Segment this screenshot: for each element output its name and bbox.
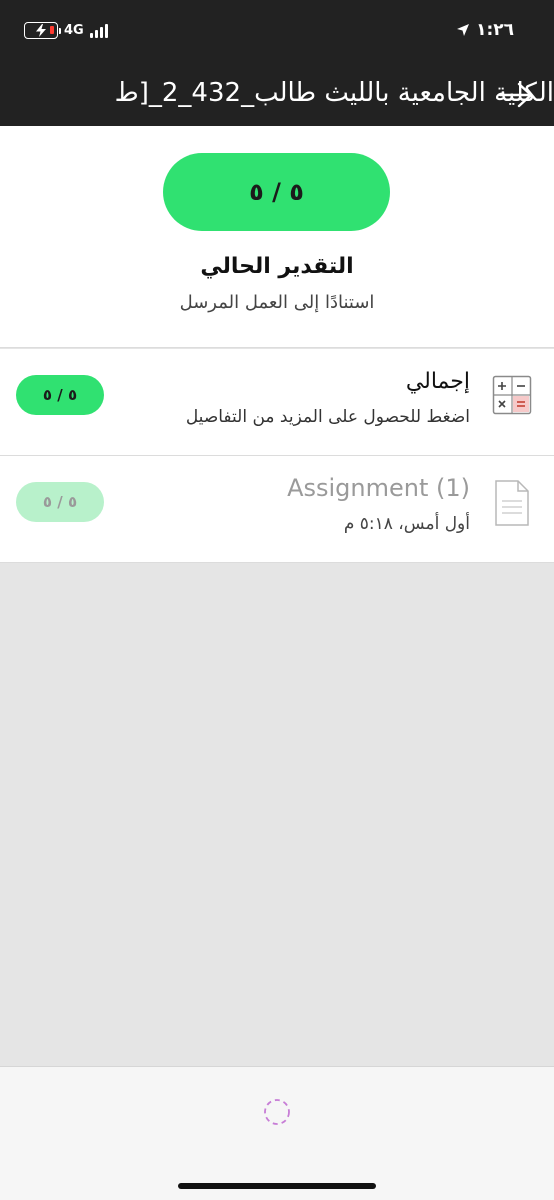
status-time-group: ١:٢٦ [456, 20, 514, 40]
home-indicator[interactable] [178, 1183, 376, 1189]
grade-badge: ٥ / ٥ [16, 482, 104, 522]
list-item-subtitle: اضغط للحصول على المزيد من التفاصيل [185, 407, 470, 427]
grade-badge: ٥ / ٥ [16, 375, 104, 415]
battery-charging-icon [24, 22, 61, 39]
grades-list: إجمالي اضغط للحصول على المزيد من التفاصي… [0, 349, 554, 563]
status-time: ١:٢٦ [476, 20, 514, 40]
grade-summary: ٥ / ٥ التقدير الحالي استنادًا إلى العمل … [0, 126, 554, 348]
back-arrow-icon[interactable] [498, 82, 534, 108]
list-item-subtitle: أول أمس، ٥:١٨ م [343, 514, 470, 534]
summary-title: التقدير الحالي [200, 254, 354, 279]
list-item-title: Assignment (1) [287, 474, 470, 502]
bottom-bar [0, 1066, 554, 1200]
location-arrow-icon [457, 24, 470, 36]
list-item-title: إجمالي [405, 369, 470, 394]
top-bar: 4G ١:٢٦ الكلية الجامعية بالليث طالب_432_… [0, 0, 554, 126]
signal-bars-icon [89, 23, 108, 38]
list-item-total[interactable]: إجمالي اضغط للحصول على المزيد من التفاصي… [0, 349, 554, 456]
nav-bar: الكلية الجامعية بالليث طالب_432_2_[ط [0, 64, 554, 126]
status-left: 4G [24, 22, 108, 39]
page-title: الكلية الجامعية بالليث طالب_432_2_[ط [114, 78, 554, 108]
document-icon [495, 480, 529, 526]
status-bar: 4G ١:٢٦ [0, 0, 554, 64]
current-grade-badge: ٥ / ٥ [163, 153, 390, 231]
list-item-assignment[interactable]: Assignment (1) أول أمس، ٥:١٨ م ٥ / ٥ [0, 456, 554, 563]
loading-spinner-icon [264, 1099, 290, 1125]
calculator-icon [492, 375, 532, 415]
network-type: 4G [64, 23, 84, 38]
summary-subtitle: استنادًا إلى العمل المرسل [179, 292, 375, 313]
